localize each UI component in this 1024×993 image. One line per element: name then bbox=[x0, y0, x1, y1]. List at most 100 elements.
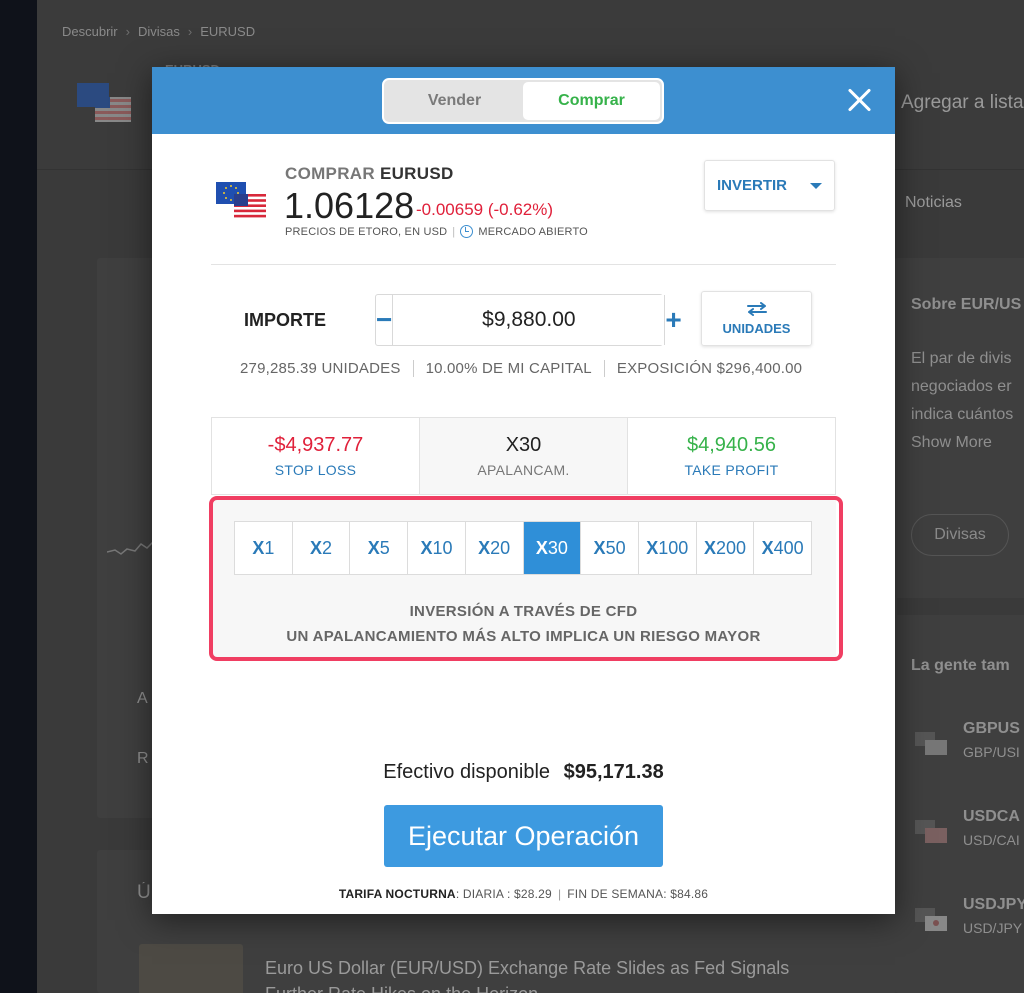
us-ca-flag-icon bbox=[915, 820, 947, 843]
amount-input[interactable] bbox=[392, 295, 666, 345]
leverage-option-value: 200 bbox=[715, 537, 746, 558]
stop-loss-label: STOP LOSS bbox=[274, 462, 357, 478]
leverage-option-x20[interactable]: X 20 bbox=[464, 522, 523, 574]
chevron-right-icon: › bbox=[125, 24, 130, 39]
tag-chip-divisas[interactable]: Divisas bbox=[911, 514, 1009, 556]
market-status: MERCADO ABIERTO bbox=[478, 225, 588, 238]
leverage-option-prefix: X bbox=[420, 537, 433, 558]
take-profit-value: $4,940.56 bbox=[687, 434, 776, 456]
leverage-option-value: 50 bbox=[605, 537, 626, 558]
people-also-title: La gente tam bbox=[911, 657, 1010, 674]
leverage-option-value: 2 bbox=[322, 537, 333, 558]
leverage-option-value: 5 bbox=[379, 537, 390, 558]
increase-amount-button[interactable]: + bbox=[665, 295, 681, 345]
invest-dropdown[interactable]: INVERTIR bbox=[704, 160, 835, 211]
capital-percent: 10.00% DE MI CAPITAL bbox=[425, 360, 592, 377]
execute-trade-button[interactable]: Ejecutar Operación bbox=[384, 805, 663, 867]
bg-left-letter-a: A bbox=[137, 690, 148, 707]
current-price: 1.06128 bbox=[284, 185, 415, 226]
leverage-option-prefix: X bbox=[367, 537, 380, 558]
breadcrumb: Descubrir › Divisas › EURUSD bbox=[62, 24, 255, 39]
leverage-option-x50[interactable]: X 50 bbox=[580, 522, 638, 574]
leverage-option-prefix: X bbox=[535, 537, 548, 558]
leverage-option-x400[interactable]: X 400 bbox=[753, 522, 811, 574]
leverage-option-value: 20 bbox=[490, 537, 511, 558]
stop-loss-cell[interactable]: -$4,937.77 STOP LOSS bbox=[212, 418, 419, 494]
overnight-fee-weekend: FIN DE SEMANA: $84.86 bbox=[567, 887, 709, 901]
leverage-disclaimer: INVERSIÓN A TRAVÉS DE CFD UN APALANCAMIE… bbox=[211, 599, 836, 649]
leverage-cell[interactable]: X30 APALANCAM. bbox=[419, 418, 627, 494]
about-line-1: El par de divis bbox=[911, 350, 1012, 367]
related-pair-usdjpy: USD/JPY bbox=[963, 920, 1023, 936]
us-jp-flag-icon bbox=[915, 908, 947, 931]
overnight-fee-daily: : DIARIA : $28.29 bbox=[455, 887, 552, 901]
leverage-option-prefix: X bbox=[646, 537, 659, 558]
price-source: PRECIOS DE ETORO, EN USD bbox=[285, 225, 448, 238]
related-symbol-usdcad[interactable]: USDCA bbox=[963, 808, 1020, 826]
trade-action-label: COMPRAR bbox=[285, 164, 375, 183]
buy-toggle-button[interactable]: Comprar bbox=[523, 82, 660, 120]
bg-left-letter-r: R bbox=[137, 750, 149, 767]
overnight-fee: TARIFA NOCTURNA: DIARIA : $28.29 | FIN DE … bbox=[338, 887, 709, 901]
chevron-down-icon bbox=[810, 183, 822, 189]
take-profit-cell[interactable]: $4,940.56 TAKE PROFIT bbox=[627, 418, 835, 494]
units-amount: 279,285.39 UNIDADES bbox=[240, 360, 401, 377]
news-thumbnail-image[interactable] bbox=[139, 944, 243, 993]
decrease-amount-button[interactable]: − bbox=[376, 295, 392, 345]
breadcrumb-eurusd: EURUSD bbox=[200, 24, 256, 39]
invest-dropdown-label: INVERTIR bbox=[717, 177, 788, 194]
available-cash: Efectivo disponible $95,171.38 bbox=[152, 761, 895, 784]
risk-warning: UN APALANCAMIENTO MÁS ALTO IMPLICA UN RI… bbox=[286, 628, 761, 645]
leverage-option-x2[interactable]: X2 bbox=[291, 522, 350, 574]
news-headline-link[interactable]: Euro US Dollar (EUR/USD) Exchange Rate S… bbox=[265, 955, 825, 993]
leverage-options: X 1 X 2 X 5 X 10 X 20 X 30 X 50 X 100 X 200 X 400 bbox=[234, 521, 812, 575]
take-profit-label: TAKE PROFIT bbox=[684, 462, 779, 478]
trade-modal: Vender Comprar COMPRAR EURUSD 1.06128 -0… bbox=[152, 67, 895, 914]
leverage-option-prefix: X bbox=[703, 537, 716, 558]
leverage-option-x5[interactable]: X5 bbox=[349, 522, 407, 574]
breadcrumb-discover[interactable]: Descubrir bbox=[62, 24, 118, 39]
chevron-right-icon: › bbox=[187, 24, 193, 39]
about-line-3: indica cuántos bbox=[911, 406, 1014, 423]
about-line-2: negociados er bbox=[911, 378, 1012, 395]
related-symbol-usdjpy[interactable]: USDJPY bbox=[963, 896, 1024, 914]
add-to-list-button[interactable]: Agregar a lista bbox=[901, 92, 1024, 114]
stop-loss-value: -$4,937.77 bbox=[267, 434, 364, 456]
units-toggle-button[interactable]: UNIDADES bbox=[701, 291, 812, 346]
modal-header: Vender Comprar bbox=[152, 67, 895, 134]
available-cash-label: Efectivo disponible bbox=[383, 761, 551, 783]
amount-details: 279,285.39 UNIDADES 10.00% DE MI CAPITAL… bbox=[240, 360, 802, 377]
leverage-option-x200[interactable]: X 200 bbox=[695, 522, 754, 574]
amount-label: IMPORTE bbox=[244, 310, 327, 330]
price-meta: PRECIOS DE ETORO, EN USD | MERCADO ABIER… bbox=[285, 225, 588, 238]
price-change: -0.00659 (-0.62%) bbox=[416, 200, 554, 219]
leverage-option-x30[interactable]: X 30 bbox=[522, 522, 581, 574]
leverage-option-x100[interactable]: X 100 bbox=[637, 522, 696, 574]
leverage-option-value: 100 bbox=[658, 537, 689, 558]
leverage-label: APALANCAM. bbox=[477, 462, 570, 478]
tab-news[interactable]: Noticias bbox=[905, 194, 962, 212]
leverage-option-x1[interactable]: X1 bbox=[235, 522, 292, 574]
exposure-amount: EXPOSICIÓN $296,400.00 bbox=[616, 360, 803, 377]
close-icon[interactable] bbox=[845, 85, 875, 115]
related-pair-usdcad: USD/CAI bbox=[963, 832, 1020, 848]
left-navigation-rail bbox=[0, 0, 37, 993]
show-more-link[interactable]: Show More bbox=[911, 434, 992, 452]
swap-arrows-icon bbox=[746, 301, 767, 316]
divider bbox=[211, 264, 836, 265]
units-toggle-label: UNIDADES bbox=[722, 320, 791, 336]
related-symbol-gbpusd[interactable]: GBPUS bbox=[963, 720, 1020, 738]
amount-stepper: − + bbox=[375, 294, 682, 346]
leverage-option-prefix: X bbox=[310, 537, 323, 558]
risk-settings-row: -$4,937.77 STOP LOSS X30 APALANCAM. $4,9… bbox=[211, 417, 836, 495]
eu-us-flag-icon bbox=[216, 182, 266, 219]
sell-toggle-button[interactable]: Vender bbox=[386, 82, 523, 120]
bg-left-letter-u: Ú bbox=[137, 882, 151, 903]
leverage-option-value: 30 bbox=[547, 537, 568, 558]
leverage-option-prefix: X bbox=[252, 537, 265, 558]
leverage-option-prefix: X bbox=[761, 537, 774, 558]
about-title: Sobre EUR/US bbox=[911, 296, 1022, 313]
leverage-option-x10[interactable]: X 10 bbox=[407, 522, 465, 574]
breadcrumb-currencies[interactable]: Divisas bbox=[138, 24, 180, 39]
buy-sell-toggle: Vender Comprar bbox=[382, 78, 664, 124]
